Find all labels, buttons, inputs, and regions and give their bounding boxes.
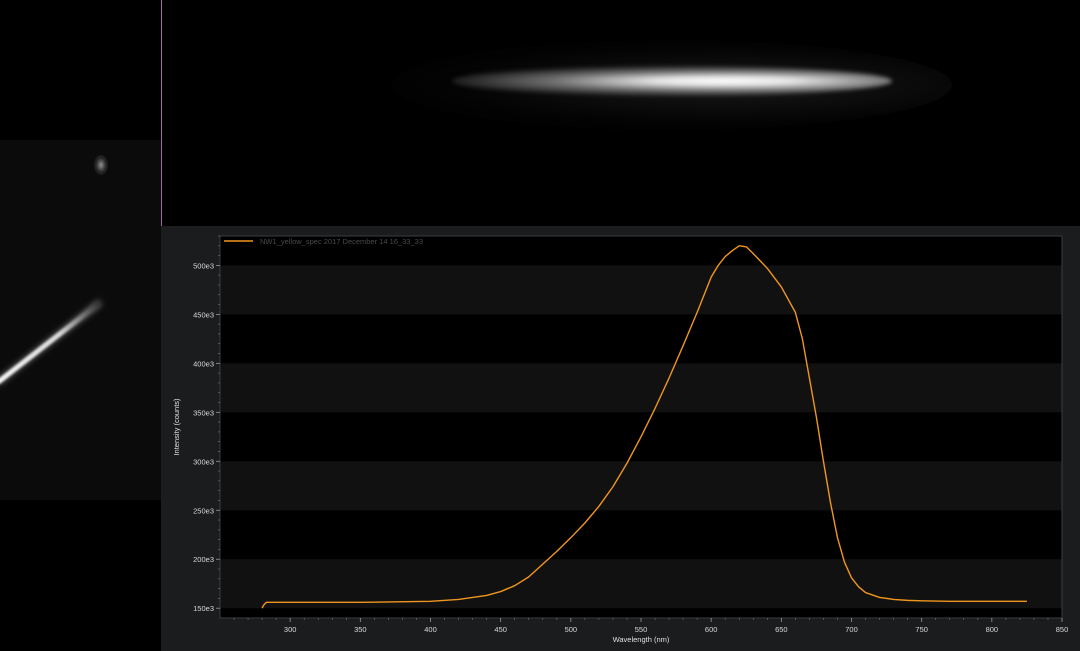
x-tick-label: 300 (284, 625, 297, 634)
x-tick-label: 750 (915, 625, 928, 634)
x-tick-label: 350 (354, 625, 367, 634)
y-axis-label: Intensity (counts) (172, 398, 181, 456)
y-tick-label: 200e3 (193, 555, 214, 564)
x-tick-label: 450 (494, 625, 507, 634)
x-tick-label: 800 (986, 625, 999, 634)
y-tick-label: 250e3 (193, 506, 214, 515)
grid-band (220, 265, 1062, 315)
y-tick-label: 300e3 (193, 457, 214, 466)
grid-band (220, 363, 1062, 413)
x-tick-label: 850 (1056, 625, 1069, 634)
y-tick-label: 400e3 (193, 359, 214, 368)
x-axis-label: Wavelength (nm) (613, 635, 670, 644)
x-tick-label: 400 (424, 625, 437, 634)
plot-bands (220, 236, 1062, 618)
x-tick-label: 500 (565, 625, 578, 634)
x-axis: 300 350 400 450 500 550 600 650 700 750 800 850 (233, 618, 1069, 634)
legend-entry: NW1_yellow_spec 2017 December 14 16_33_3… (260, 237, 423, 246)
spectrometer-ccd-panel[interactable] (162, 0, 1080, 226)
x-tick-label: 700 (845, 625, 858, 634)
y-tick-label: 350e3 (193, 408, 214, 417)
y-tick-label: 450e3 (193, 310, 214, 319)
spectroscopy-window: 150e3 200e3 250e3 300e3 350e3 400e3 450e3 500e3… (0, 0, 1080, 651)
y-tick-label: 150e3 (193, 604, 214, 613)
spectrum-chart[interactable]: 150e3 200e3 250e3 300e3 350e3 400e3 450e3 500e3… (161, 226, 1080, 651)
y-axis: 150e3 200e3 250e3 300e3 350e3 400e3 450e3 500e3 (193, 235, 220, 613)
grid-band (220, 461, 1062, 511)
laser-spot (94, 155, 108, 175)
x-tick-label: 600 (705, 625, 718, 634)
ccd-spectral-streak (452, 66, 892, 96)
camera-image-panel[interactable] (0, 0, 161, 651)
spectrum-chart-panel[interactable]: 150e3 200e3 250e3 300e3 350e3 400e3 450e3 500e3… (161, 226, 1080, 651)
x-tick-label: 650 (775, 625, 788, 634)
x-tick-label: 550 (635, 625, 648, 634)
y-tick-label: 500e3 (193, 261, 214, 270)
